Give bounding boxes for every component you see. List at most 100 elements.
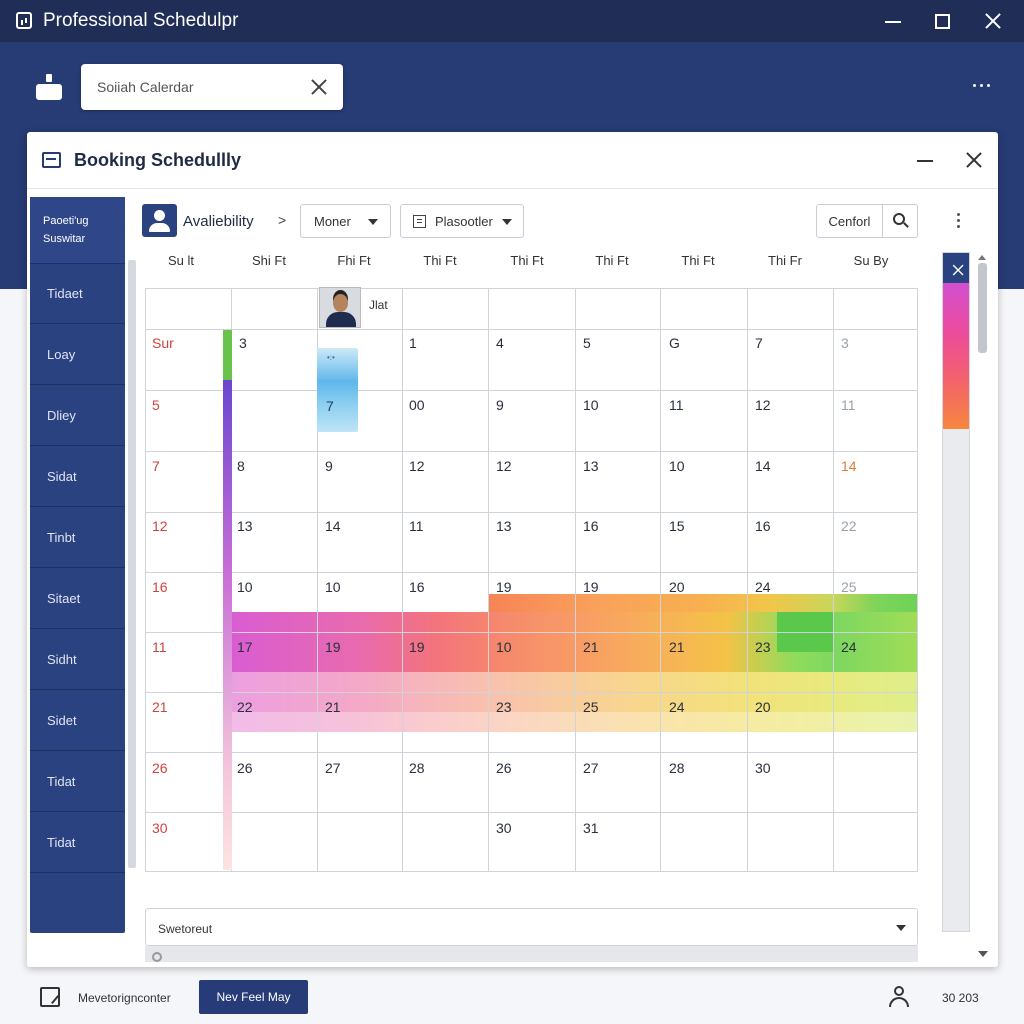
- date-cell[interactable]: 31: [583, 820, 599, 836]
- confirm-button[interactable]: Cenforl: [817, 205, 883, 237]
- horizontal-scrollbar[interactable]: [145, 946, 918, 962]
- date-cell[interactable]: 9: [325, 458, 333, 474]
- footer-dropdown[interactable]: Swetoreut: [145, 908, 918, 946]
- date-cell[interactable]: 22: [237, 699, 253, 715]
- date-cell[interactable]: 30: [496, 820, 512, 836]
- search-input[interactable]: Soiiah Calerdar: [97, 79, 194, 95]
- date-cell[interactable]: 14: [755, 458, 771, 474]
- date-cell[interactable]: 19: [496, 579, 512, 595]
- date-cell[interactable]: 24: [669, 699, 685, 715]
- date-cell[interactable]: 10: [496, 639, 512, 655]
- blue-event[interactable]: •:• 7: [317, 348, 358, 432]
- sidebar-item[interactable]: Sidat: [30, 447, 125, 507]
- date-cell[interactable]: 15: [669, 518, 685, 534]
- date-cell[interactable]: 12: [152, 518, 168, 534]
- date-cell[interactable]: 5: [152, 397, 160, 413]
- date-cell[interactable]: 19: [325, 639, 341, 655]
- filter-dropdown[interactable]: Plasootler: [400, 204, 524, 238]
- date-cell[interactable]: 27: [325, 760, 341, 776]
- date-cell[interactable]: 7: [755, 335, 763, 351]
- user-upload-icon[interactable]: [36, 72, 62, 100]
- date-cell[interactable]: 10: [325, 579, 341, 595]
- date-cell[interactable]: 20: [755, 699, 771, 715]
- clear-search-icon[interactable]: [310, 78, 328, 96]
- date-cell[interactable]: 21: [669, 639, 685, 655]
- date-cell[interactable]: 3: [841, 335, 849, 351]
- date-cell[interactable]: 16: [152, 579, 168, 595]
- search-calendar-field[interactable]: Soiiah Calerdar: [81, 64, 343, 110]
- date-cell[interactable]: 25: [583, 699, 599, 715]
- sidebar-item[interactable]: Sidht: [30, 630, 125, 690]
- date-cell[interactable]: 21: [583, 639, 599, 655]
- date-cell[interactable]: 27: [583, 760, 599, 776]
- scroll-thumb[interactable]: [978, 263, 987, 353]
- sidebar-item[interactable]: Loay: [30, 325, 125, 385]
- toolbar-more-icon[interactable]: [957, 213, 960, 228]
- date-cell[interactable]: 00: [409, 397, 425, 413]
- primary-action-button[interactable]: Nev Feel May: [199, 980, 308, 1014]
- scroll-up-icon[interactable]: [978, 255, 986, 260]
- sidebar-item[interactable]: Tidat: [30, 752, 125, 812]
- event-bar-purple[interactable]: [223, 380, 232, 870]
- view-dropdown[interactable]: Moner: [300, 204, 391, 238]
- date-cell[interactable]: 16: [409, 579, 425, 595]
- date-cell[interactable]: 13: [496, 518, 512, 534]
- date-cell[interactable]: 12: [409, 458, 425, 474]
- date-cell[interactable]: 3: [239, 335, 247, 351]
- panel-close-button[interactable]: [965, 151, 983, 169]
- date-cell[interactable]: 23: [496, 699, 512, 715]
- sidebar-item[interactable]: Tidaet: [30, 264, 125, 324]
- date-cell[interactable]: 23: [755, 639, 771, 655]
- user-icon[interactable]: [888, 986, 910, 1008]
- date-cell[interactable]: 21: [325, 699, 341, 715]
- date-cell[interactable]: 11: [409, 518, 424, 534]
- date-cell[interactable]: 7: [152, 458, 160, 474]
- scroll-knob[interactable]: [152, 952, 162, 962]
- profile-photo[interactable]: [319, 287, 361, 328]
- date-cell[interactable]: 16: [755, 518, 771, 534]
- vertical-scrollbar[interactable]: [978, 255, 988, 355]
- date-cell[interactable]: 10: [583, 397, 599, 413]
- date-cell[interactable]: 26: [237, 760, 253, 776]
- date-cell[interactable]: 8: [237, 458, 245, 474]
- date-cell[interactable]: 9: [496, 397, 504, 413]
- date-cell[interactable]: 16: [583, 518, 599, 534]
- close-window-button[interactable]: [980, 8, 1006, 34]
- edit-icon[interactable]: [40, 987, 60, 1007]
- date-cell[interactable]: 11: [841, 397, 856, 413]
- date-cell[interactable]: 14: [841, 458, 857, 474]
- date-cell[interactable]: 19: [409, 639, 425, 655]
- date-cell[interactable]: 26: [496, 760, 512, 776]
- event-bar-green[interactable]: [223, 330, 232, 380]
- date-cell[interactable]: 11: [152, 639, 167, 655]
- date-cell[interactable]: 10: [237, 579, 253, 595]
- date-cell[interactable]: 12: [755, 397, 771, 413]
- chevron-right-icon[interactable]: >: [278, 212, 286, 228]
- sidebar-item[interactable]: Sidet: [30, 691, 125, 751]
- avatar[interactable]: [142, 204, 177, 237]
- scroll-down-icon[interactable]: [978, 951, 988, 957]
- date-cell[interactable]: 21: [152, 699, 168, 715]
- date-cell[interactable]: 24: [841, 639, 857, 655]
- date-cell[interactable]: 30: [755, 760, 771, 776]
- sidebar-item[interactable]: Tinbt: [30, 508, 125, 568]
- date-cell[interactable]: 12: [496, 458, 512, 474]
- sidebar-item[interactable]: Tidat: [30, 813, 125, 873]
- date-cell[interactable]: 11: [669, 397, 684, 413]
- more-options-icon[interactable]: [973, 84, 990, 87]
- date-cell[interactable]: Sur: [152, 335, 174, 351]
- date-cell[interactable]: 14: [325, 518, 341, 534]
- date-cell[interactable]: 17: [237, 639, 253, 655]
- date-cell[interactable]: G: [669, 335, 680, 351]
- date-cell[interactable]: 22: [841, 518, 857, 534]
- availability-label[interactable]: Avaliebility: [183, 213, 254, 230]
- date-cell[interactable]: 28: [409, 760, 425, 776]
- sidebar-item[interactable]: Sitaet: [30, 569, 125, 629]
- search-button[interactable]: [883, 205, 918, 237]
- date-cell[interactable]: 10: [669, 458, 685, 474]
- date-cell[interactable]: 13: [583, 458, 599, 474]
- date-cell[interactable]: 4: [496, 335, 504, 351]
- date-cell[interactable]: 5: [583, 335, 591, 351]
- date-cell[interactable]: 13: [237, 518, 253, 534]
- sidebar-item-header[interactable]: Paoeti'ug Suswitar: [30, 197, 125, 264]
